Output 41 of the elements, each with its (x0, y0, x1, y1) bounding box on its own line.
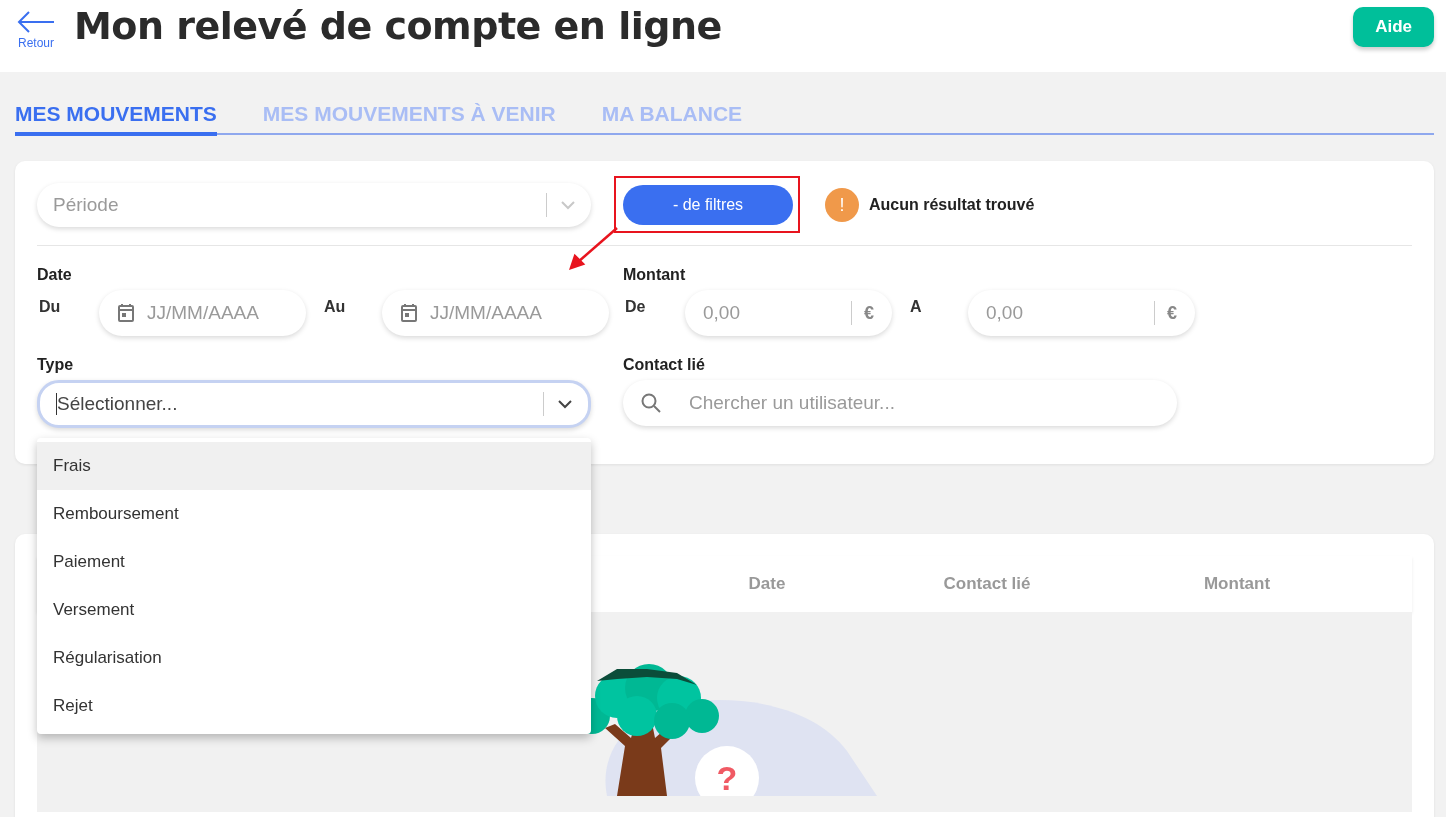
back-arrow-icon (16, 10, 56, 34)
search-icon (641, 393, 661, 413)
no-result-message: Aucun résultat trouvé (869, 196, 1035, 214)
menu-option[interactable]: Rejet (37, 682, 591, 730)
calendar-icon (117, 303, 135, 323)
field-label: Contact lié (623, 356, 705, 374)
page-title: Mon relevé de compte en ligne (74, 4, 723, 48)
field-label: Date (37, 266, 72, 284)
back-button[interactable]: Retour (16, 0, 56, 50)
field-label: Montant (623, 266, 686, 284)
period-select[interactable]: Période (37, 183, 591, 227)
search-field[interactable]: Chercher un utilisateur... (623, 380, 1177, 426)
type-select[interactable]: Sélectionner... (37, 380, 591, 428)
help-button[interactable]: Aide (1353, 7, 1434, 47)
field-label: Type (37, 356, 74, 374)
annotation-arrow (568, 226, 620, 270)
field-label: De (624, 298, 647, 316)
fewer-filters-button[interactable]: - de filtres (623, 185, 793, 225)
field-label: A (909, 298, 923, 316)
chevron-down-icon (561, 200, 575, 210)
menu-option[interactable]: Paiement (37, 538, 591, 586)
menu-option[interactable]: Frais (37, 442, 591, 490)
currency-label: € (864, 302, 874, 324)
menu-option[interactable]: Régularisation (37, 634, 591, 682)
tab[interactable]: MES MOUVEMENTS (15, 102, 217, 136)
field-label: Au (323, 298, 347, 316)
column-header: Contact lié (942, 574, 1032, 594)
menu-option[interactable]: Remboursement (37, 490, 591, 538)
question-bubble: ? (695, 746, 759, 796)
chevron-down-icon (558, 399, 572, 409)
amount-field[interactable]: 0,00 € (968, 290, 1195, 336)
column-header: Date (747, 574, 787, 594)
calendar-icon (400, 303, 418, 323)
date-field[interactable]: JJ/MM/AAAA (99, 290, 306, 336)
date-field[interactable]: JJ/MM/AAAA (382, 290, 609, 336)
currency-label: € (1167, 302, 1177, 324)
field-label: Du (38, 298, 62, 316)
column-header: Montant (1202, 574, 1272, 594)
amount-field[interactable]: 0,00 € (685, 290, 892, 336)
menu-option[interactable]: Versement (37, 586, 591, 634)
warning-icon: ! (825, 188, 859, 222)
